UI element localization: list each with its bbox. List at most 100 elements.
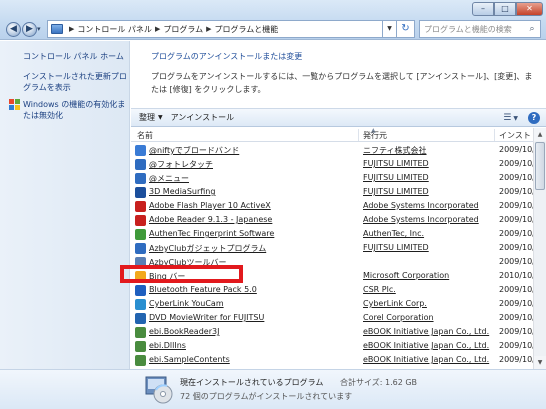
breadcrumb-programs-and-features[interactable]: プログラムと機能 <box>214 24 278 35</box>
program-row[interactable]: ebi.SampleContents eBOOK Initiative Japan… <box>131 353 533 368</box>
search-icon[interactable]: ⌕ <box>524 24 540 34</box>
page-title: プログラムのアンインストールまたは変更 <box>151 52 303 61</box>
program-publisher: Microsoft Corporation <box>363 271 450 280</box>
column-divider[interactable] <box>358 129 359 141</box>
program-name: 3D MediaSurfing <box>149 187 216 196</box>
uninstall-button[interactable]: アンインストール <box>171 112 235 123</box>
column-header-installed-on[interactable]: インスト <box>499 130 531 141</box>
program-install-date: 2009/10/ <box>499 215 533 224</box>
column-header-publisher[interactable]: 発行元 <box>363 130 387 141</box>
program-name: AuthenTec Fingerprint Software <box>149 229 275 238</box>
program-icon <box>135 243 146 254</box>
program-row[interactable]: 3D MediaSurfing FUJITSU LIMITED 2009/10/ <box>131 185 533 200</box>
program-publisher: eBOOK Initiative Japan Co., Ltd. <box>363 327 490 336</box>
sidebar-link-control-panel-home[interactable]: コントロール パネル ホーム <box>23 51 127 62</box>
program-publisher: FUJITSU LIMITED <box>363 159 429 168</box>
program-publisher: Adobe Systems Incorporated <box>363 215 479 224</box>
scroll-up-icon[interactable]: ▲ <box>534 128 546 141</box>
search-placeholder: プログラムと機能の検索 <box>424 24 512 34</box>
program-row[interactable]: AzbyClubガジェットプログラム FUJITSU LIMITED 2009/10… <box>131 241 533 256</box>
program-row[interactable]: @niftyでブロードバンド ニフティ株式会社 2009/10/ <box>131 143 533 158</box>
program-icon <box>135 313 146 324</box>
program-name: ebi.BookReader3J <box>149 327 220 336</box>
program-publisher: Adobe Systems Incorporated <box>363 201 479 210</box>
sidebar-link-windows-features[interactable]: Windows の機能の有効化または無効化 <box>23 99 127 121</box>
forward-button[interactable]: ▶ <box>22 22 37 37</box>
column-divider[interactable] <box>494 129 495 141</box>
sidebar: コントロール パネル ホーム インストールされた更新プログラムを表示 Windo… <box>0 41 130 369</box>
column-header-name[interactable]: 名前 <box>137 130 153 141</box>
scrollbar-thumb[interactable] <box>535 142 545 190</box>
organize-label: 整理 <box>139 113 155 122</box>
maximize-button[interactable]: □ <box>494 2 516 16</box>
program-install-date: 2009/10/ <box>499 355 533 364</box>
program-row[interactable]: Adobe Flash Player 10 ActiveX Adobe Syste… <box>131 199 533 214</box>
address-bar[interactable]: ▶ コントロール パネル ▶ プログラム ▶ プログラムと機能 <box>47 20 383 38</box>
program-row[interactable]: @メニュー FUJITSU LIMITED 2009/10/ <box>131 171 533 186</box>
program-icon <box>135 229 146 240</box>
program-install-date: 2009/10/ <box>499 313 533 322</box>
program-publisher: eBOOK Initiative Japan Co., Ltd. <box>363 341 490 350</box>
program-row[interactable]: Adobe Reader 9.1.3 - Japanese Adobe Syste… <box>131 213 533 228</box>
minimize-button[interactable]: – <box>472 2 494 16</box>
highlight-box <box>120 265 243 283</box>
help-icon[interactable]: ? <box>528 112 540 124</box>
recent-pages-dropdown[interactable]: ▾ <box>37 25 41 33</box>
program-row[interactable]: CyberLink YouCam CyberLink Corp. 2009/10/ <box>131 297 533 312</box>
chevron-right-icon[interactable]: ▶ <box>206 25 211 33</box>
chevron-right-icon[interactable]: ▶ <box>155 25 160 33</box>
scroll-down-icon[interactable]: ▼ <box>534 356 546 369</box>
breadcrumb-control-panel[interactable]: コントロール パネル <box>77 24 152 35</box>
program-row[interactable]: AuthenTec Fingerprint Software AuthenTec,… <box>131 227 533 242</box>
program-row[interactable]: @フォトレタッチ FUJITSU LIMITED 2009/10/ <box>131 157 533 172</box>
program-row[interactable]: ebi.BookReader3J eBOOK Initiative Japan C… <box>131 325 533 340</box>
program-install-date: 2009/10/ <box>499 257 533 266</box>
program-icon <box>135 187 146 198</box>
program-name: @フォトレタッチ <box>149 160 213 169</box>
program-icon <box>135 299 146 310</box>
search-input[interactable]: プログラムと機能の検索 ⌕ <box>419 20 541 38</box>
program-install-date: 2009/10/ <box>499 327 533 336</box>
program-install-date: 2009/10/ <box>499 145 533 154</box>
program-publisher: AuthenTec, Inc. <box>363 229 425 238</box>
back-arrow-icon: ◀ <box>10 24 17 34</box>
program-row[interactable]: DVD MovieWriter for FUJITSU Corel Corpora… <box>131 311 533 326</box>
program-install-date: 2009/10/ <box>499 341 533 350</box>
program-name: ebi.SampleContents <box>149 355 230 364</box>
chevron-down-icon[interactable]: ▼ <box>513 115 518 122</box>
vertical-scrollbar[interactable]: ▲ ▼ <box>533 128 546 369</box>
program-publisher: FUJITSU LIMITED <box>363 187 429 196</box>
shield-icon <box>9 99 20 110</box>
address-dropdown-button[interactable]: ▼ <box>383 20 397 38</box>
program-install-date: 2009/10/ <box>499 173 533 182</box>
program-name: ebi.DllIns <box>149 341 186 350</box>
refresh-button[interactable]: ↻ <box>397 20 415 38</box>
program-count: 72 個のプログラムがインストールされています <box>180 392 353 401</box>
program-install-date: 2009/10/ <box>499 201 533 210</box>
program-install-date: 2009/10/ <box>499 187 533 196</box>
installed-programs-icon <box>145 376 173 404</box>
command-bar: 整理 ▼ アンインストール ☰ ▼ ? <box>131 108 546 127</box>
chevron-right-icon[interactable]: ▶ <box>69 25 74 33</box>
sidebar-link-installed-updates[interactable]: インストールされた更新プログラムを表示 <box>23 71 127 93</box>
program-publisher: ニフティ株式会社 <box>363 146 427 155</box>
program-name: DVD MovieWriter for FUJITSU <box>149 313 265 322</box>
view-options-icon[interactable]: ☰ <box>503 113 511 123</box>
close-button[interactable]: ✕ <box>516 2 543 16</box>
program-name: Adobe Flash Player 10 ActiveX <box>149 201 271 210</box>
program-publisher: CyberLink Corp. <box>363 299 427 308</box>
refresh-icon: ↻ <box>401 23 410 34</box>
program-name: CyberLink YouCam <box>149 299 224 308</box>
program-row[interactable]: ebi.DllIns eBOOK Initiative Japan Co., Lt… <box>131 339 533 354</box>
program-install-date: 2009/10/ <box>499 159 533 168</box>
program-row[interactable]: Bluetooth Feature Pack 5.0 CSR Plc. 2009/1… <box>131 283 533 298</box>
program-icon <box>135 215 146 226</box>
uninstall-label: アンインストール <box>170 113 235 122</box>
page-description: プログラムをアンインストールするには、一覧からプログラムを選択して [アンインス… <box>151 72 533 94</box>
program-icon <box>135 341 146 352</box>
breadcrumb-programs[interactable]: プログラム <box>163 24 203 35</box>
back-button[interactable]: ◀ <box>6 22 21 37</box>
program-icon <box>135 285 146 296</box>
chevron-down-icon: ▼ <box>158 114 163 121</box>
organize-button[interactable]: 整理 ▼ <box>139 112 163 123</box>
